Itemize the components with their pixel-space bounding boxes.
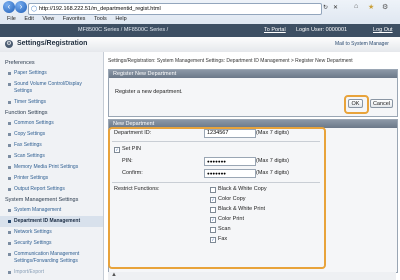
restrict-bw-copy-label: Black & White Copy [218,186,267,192]
menu-file[interactable]: File [7,16,16,22]
sidebar-item-import-export[interactable]: Import/Export [14,269,44,275]
breadcrumb: Settings/Registration: System Management… [108,58,353,64]
page-title: Settings/Registration [17,40,88,47]
restrict-fax-checkbox[interactable]: ✓ [210,237,216,243]
favorites-star-icon[interactable]: ★ [368,3,374,11]
bullet-icon [8,155,11,158]
menu-bar: File Edit View Favorites Tools Help [0,15,400,24]
restrict-bw-copy-checkbox[interactable] [210,187,216,193]
pin-max-digits: (Max 7 digits) [256,158,290,164]
bullet-icon [8,242,11,245]
sidebar-item-communication-mgmt[interactable]: Communication Management Settings/Forwar… [14,251,100,265]
department-id-label: Department ID: [114,130,152,136]
page-footer: ▲ [108,272,396,280]
confirm-max-digits: (Max 7 digits) [256,170,290,176]
page-icon: ◯ [31,6,38,12]
sidebar-section-system: System Management Settings [5,197,79,203]
restrict-color-print-label: Color Print [218,216,244,222]
menu-tools[interactable]: Tools [94,16,107,22]
refresh-icon[interactable]: ↻ [323,4,328,11]
bullet-icon [8,101,11,104]
bullet-icon [8,144,11,147]
to-portal-link[interactable]: To Portal [264,27,286,33]
sidebar-item-system-management[interactable]: System Management [14,207,61,213]
home-icon[interactable]: ⌂ [354,3,358,10]
main-content: Settings/Registration: System Management… [104,52,400,280]
cancel-button[interactable]: Cancel [370,99,393,108]
restrict-functions-label: Restrict Functions: [114,186,160,192]
sidebar-item-timer-settings[interactable]: Timer Settings [14,99,46,105]
address-bar[interactable]: ◯ http://192.168.222.51/m_departmentid_r… [28,3,322,15]
menu-favorites[interactable]: Favorites [63,16,86,22]
sidebar-item-copy-settings[interactable]: Copy Settings [14,131,45,137]
divider [112,182,320,183]
pin-label: PIN: [122,158,133,164]
menu-view[interactable]: View [42,16,54,22]
model-name: MF8500C Series / MF8500C Series / [78,27,169,33]
settings-gear-icon: ⚙ [5,40,13,48]
menu-edit[interactable]: Edit [24,16,33,22]
bullet-icon [8,253,11,256]
bullet-icon [8,271,11,274]
bullet-icon [8,122,11,125]
register-panel-title: Register New Department [109,70,397,78]
confirm-pin-input[interactable]: ●●●●●●● [204,169,256,178]
menu-help[interactable]: Help [115,16,126,22]
ok-button[interactable]: OK [348,99,363,108]
restrict-color-copy-checkbox[interactable]: ✓ [210,197,216,203]
sidebar-item-department-id[interactable]: Department ID Management [14,218,80,224]
divider [112,141,320,142]
sidebar-item-scan-settings[interactable]: Scan Settings [14,153,45,159]
sidebar-section-preferences: Preferences [5,60,35,66]
sidebar-item-memory-media-print[interactable]: Memory Media Print Settings [14,164,78,170]
bullet-icon [8,188,11,191]
sidebar-item-common-settings[interactable]: Common Settings [14,120,54,126]
login-user: Login User: 0000001 [296,27,348,33]
bullet-icon [8,166,11,169]
stop-icon[interactable]: ✕ [333,4,338,11]
sidebar-item-fax-settings[interactable]: Fax Settings [14,142,42,148]
set-pin-label: Set PIN [122,146,141,152]
restrict-color-copy-label: Color Copy [218,196,246,202]
confirm-label: Confirm: [122,170,143,176]
bullet-icon [8,83,11,86]
sidebar-item-security-settings[interactable]: Security Settings [14,240,52,246]
set-pin-checkbox[interactable]: ✓ [114,147,120,153]
sidebar-item-output-report[interactable]: Output Report Settings [14,186,65,192]
sidebar-item-sound-volume[interactable]: Sound Volume Control/Display Settings [14,81,100,95]
bullet-icon [8,177,11,180]
sidebar: Preferences Paper Settings Sound Volume … [0,52,104,280]
bullet-icon [8,72,11,75]
mail-system-manager-link[interactable]: Mail to System Manager [335,41,389,47]
tools-gear-icon[interactable]: ⚙ [382,3,388,11]
restrict-bw-print-checkbox[interactable] [210,207,216,213]
bullet-icon [8,220,11,223]
browser-chrome: ‹ › ◯ http://192.168.222.51/m_department… [0,0,400,25]
pin-input[interactable]: ●●●●●●● [204,157,256,166]
logout-link[interactable]: Log Out [373,27,393,33]
restrict-scan-checkbox[interactable] [210,227,216,233]
department-id-input[interactable]: 1234567 [204,129,256,138]
sidebar-item-printer-settings[interactable]: Printer Settings [14,175,48,181]
sidebar-section-function: Function Settings [5,110,48,116]
restrict-bw-print-label: Black & White Print [218,206,266,212]
register-message: Register a new department. [115,89,183,95]
app-header: MF8500C Series / MF8500C Series / To Por… [0,24,400,37]
restrict-scan-label: Scan [218,226,231,232]
bullet-icon [8,133,11,136]
restrict-fax-label: Fax [218,236,228,242]
url-text: http://192.168.222.51/m_departmentid_reg… [39,6,161,12]
sidebar-item-paper-settings[interactable]: Paper Settings [14,70,47,76]
scroll-up-icon[interactable]: ▲ [111,272,117,278]
sidebar-item-network-settings[interactable]: Network Settings [14,229,52,235]
page-header: ⚙ Settings/Registration Mail to System M… [0,37,400,53]
forward-button[interactable]: › [15,1,27,13]
restrict-color-print-checkbox[interactable]: ✓ [210,217,216,223]
dept-id-max-digits: (Max 7 digits) [256,130,290,136]
back-button[interactable]: ‹ [3,1,15,13]
bullet-icon [8,209,11,212]
register-panel: Register New Department Register a new d… [108,69,398,117]
bullet-icon [8,231,11,234]
